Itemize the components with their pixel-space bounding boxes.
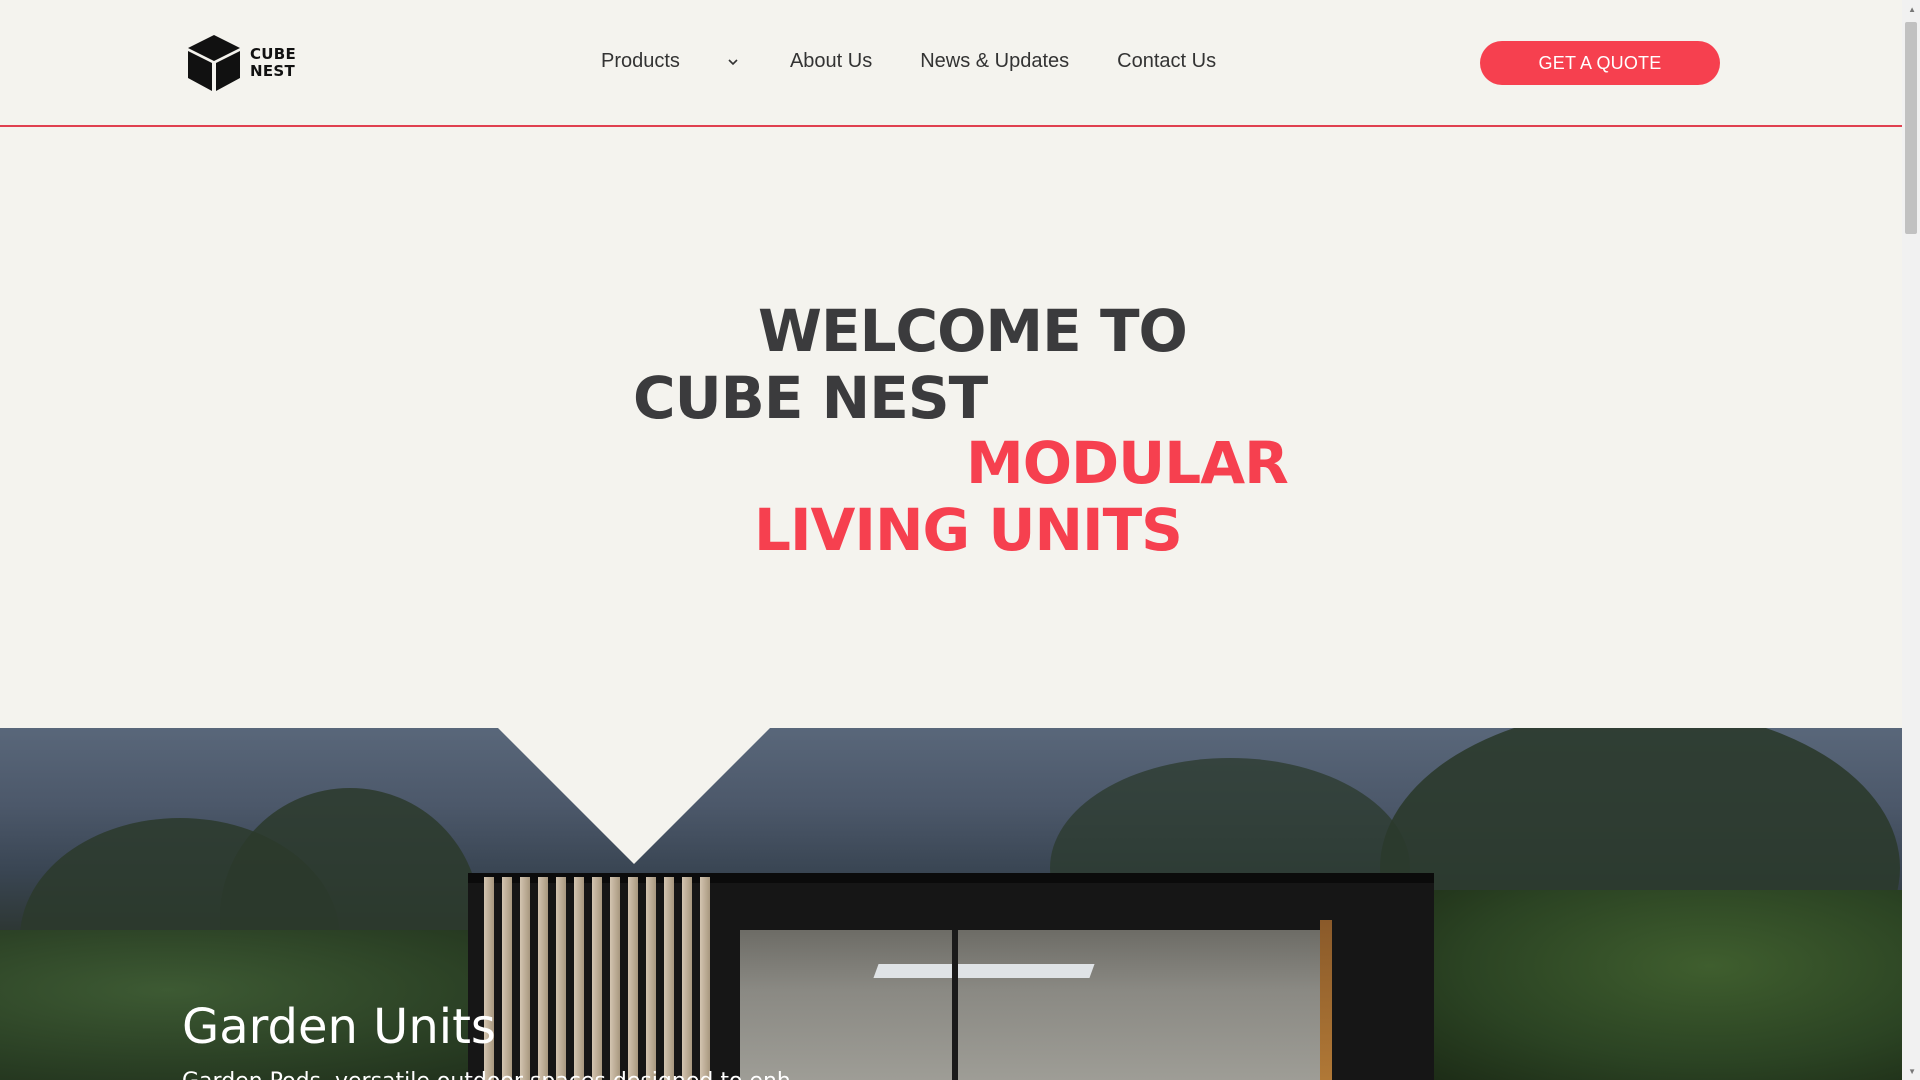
- garden-pod-interior: [740, 930, 1320, 1080]
- slat: [502, 877, 512, 1080]
- nav-contact-us[interactable]: Contact Us: [1117, 50, 1216, 73]
- brand-line-1: CUBE: [250, 45, 297, 63]
- scrollbar-thumb[interactable]: [1905, 22, 1917, 234]
- wood-trim: [1320, 920, 1332, 1080]
- window-frame: [952, 930, 958, 1080]
- nav-about-us[interactable]: About Us: [790, 50, 872, 73]
- nav-products-label: Products: [601, 50, 680, 72]
- hero-title-line-4: LIVING UNITS: [754, 496, 1183, 564]
- site-header: CUBE NEST Products About Us News & Updat…: [0, 0, 1902, 127]
- brand-logo[interactable]: CUBE NEST: [186, 33, 296, 93]
- hedge-right: [1422, 890, 1902, 1080]
- main-nav: Products About Us News & Updates Contact…: [601, 50, 1216, 73]
- get-a-quote-button[interactable]: GET A QUOTE: [1480, 41, 1720, 85]
- slat: [628, 877, 638, 1080]
- nav-products[interactable]: Products: [601, 50, 742, 73]
- nav-news-updates[interactable]: News & Updates: [920, 50, 1069, 73]
- slat: [646, 877, 656, 1080]
- scroll-down-icon[interactable]: ▼: [1908, 1068, 1916, 1076]
- wood-slats: [484, 877, 724, 1080]
- section-subtitle: Garden Pods, versatile outdoor spaces de…: [182, 1067, 791, 1080]
- brand-name: CUBE NEST: [250, 46, 296, 80]
- page: CUBE NEST Products About Us News & Updat…: [0, 0, 1920, 1080]
- slat: [664, 877, 674, 1080]
- ceiling-light: [873, 964, 1095, 978]
- section-title: Garden Units: [182, 999, 496, 1055]
- brand-line-2: NEST: [250, 62, 296, 80]
- hero-title-line-3: MODULAR: [966, 429, 1289, 497]
- hero-section: WELCOME TO CUBE NEST MODULAR LIVING UNIT…: [0, 129, 1902, 729]
- chevron-down-icon[interactable]: [724, 53, 742, 71]
- slat: [682, 877, 692, 1080]
- scroll-up-icon[interactable]: ▲: [1908, 6, 1916, 14]
- page-scrollbar[interactable]: ▲ ▼: [1902, 0, 1920, 1080]
- slat: [574, 877, 584, 1080]
- hero-title-line-2: CUBE NEST: [633, 364, 988, 432]
- slat: [538, 877, 548, 1080]
- slat: [520, 877, 530, 1080]
- slat: [700, 877, 710, 1080]
- slat: [610, 877, 620, 1080]
- slat: [592, 877, 602, 1080]
- hero-title-line-1: WELCOME TO: [758, 297, 1188, 365]
- cube-icon: [188, 35, 240, 91]
- slat: [556, 877, 566, 1080]
